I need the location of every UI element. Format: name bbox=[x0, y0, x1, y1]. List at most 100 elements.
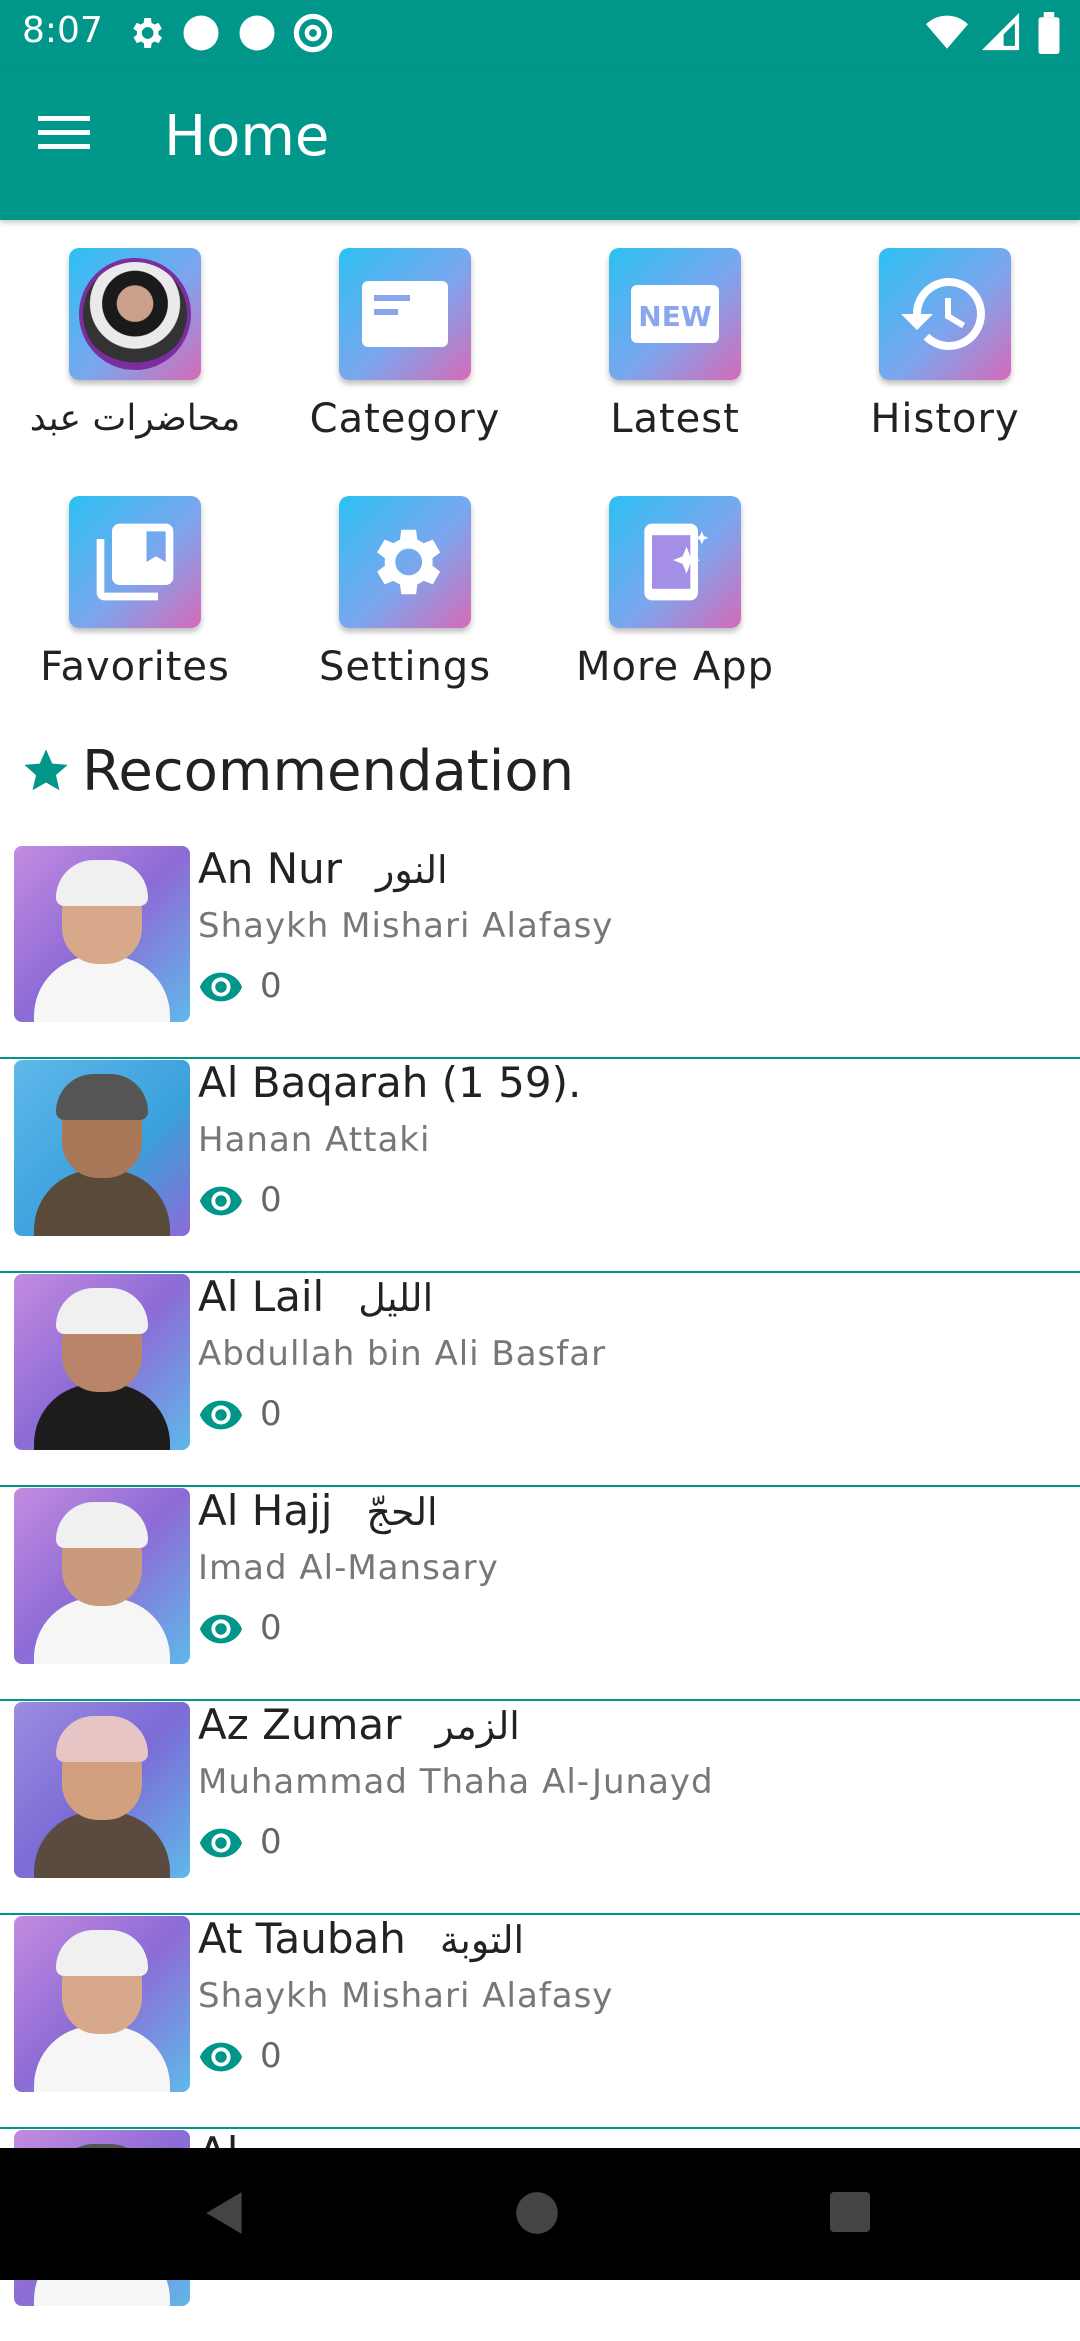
system-nav-bar bbox=[0, 2148, 1080, 2280]
reciter-name: Imad Al-Mansary bbox=[198, 1548, 499, 1588]
grid-item-category[interactable]: Category bbox=[270, 248, 540, 478]
item-title: Al Baqarah (1 59). bbox=[198, 1058, 581, 1107]
views: 0 bbox=[198, 2036, 282, 2076]
list-item[interactable]: Al Baqarah (1 59). Hanan Attaki 0 bbox=[0, 1058, 1080, 1273]
star-icon bbox=[24, 749, 68, 791]
title-arabic: النور bbox=[376, 848, 448, 892]
settings-tile bbox=[339, 496, 471, 628]
status-icons-left bbox=[126, 12, 334, 54]
eye-icon bbox=[199, 1614, 243, 1644]
app-bar: Home bbox=[0, 66, 1080, 220]
nav-home-button[interactable] bbox=[512, 2188, 572, 2248]
reciter-thumbnail bbox=[14, 1488, 190, 1664]
status-time: 8:07 bbox=[22, 10, 103, 51]
eye-icon bbox=[199, 2042, 243, 2072]
reciter-name: Shaykh Mishari Alafasy bbox=[198, 1976, 614, 2016]
recommendation-header: Recommendation bbox=[20, 736, 574, 806]
title-arabic: الحجّ bbox=[366, 1490, 438, 1534]
home-circle-icon bbox=[516, 2192, 558, 2234]
grid-item-latest[interactable]: NEW Latest bbox=[540, 248, 810, 478]
history-tile bbox=[879, 248, 1011, 380]
bookmark-library-icon bbox=[96, 523, 174, 601]
list-item[interactable]: Al Hajj الحجّ Imad Al-Mansary 0 bbox=[0, 1486, 1080, 1701]
reciter-name: Muhammad Thaha Al-Junayd bbox=[198, 1762, 714, 1802]
title-latin: Az Zumar bbox=[198, 1700, 402, 1749]
eye-icon bbox=[199, 972, 243, 1002]
item-title: At Taubah التوبة bbox=[198, 1914, 524, 1963]
views: 0 bbox=[198, 1394, 282, 1434]
views: 0 bbox=[198, 1608, 282, 1648]
views-count: 0 bbox=[260, 966, 282, 1006]
battery-icon bbox=[1038, 12, 1060, 54]
views-count: 0 bbox=[260, 1822, 282, 1862]
reciter-name: Hanan Attaki bbox=[198, 1120, 431, 1160]
item-title: Az Zumar الزمر bbox=[198, 1700, 520, 1749]
status-bar: 8:07 bbox=[0, 0, 1080, 66]
more-app-tile bbox=[609, 496, 741, 628]
grid-label: Category bbox=[309, 396, 501, 442]
title-latin: An Nur bbox=[198, 844, 343, 893]
grid-label: Favorites bbox=[40, 644, 230, 690]
title-latin: At Taubah bbox=[198, 1914, 406, 1963]
views-count: 0 bbox=[260, 1608, 282, 1648]
latest-tile: NEW bbox=[609, 248, 741, 380]
circle-icon bbox=[239, 15, 275, 51]
reciter-thumbnail bbox=[14, 1916, 190, 2092]
list-item[interactable]: Az Zumar الزمر Muhammad Thaha Al-Junayd 0 bbox=[0, 1700, 1080, 1915]
eye-icon bbox=[199, 1186, 243, 1216]
list-item[interactable]: An Nur النور Shaykh Mishari Alafasy 0 bbox=[0, 844, 1080, 1059]
grid-item-history[interactable]: History bbox=[810, 248, 1080, 478]
eye-icon bbox=[199, 1828, 243, 1858]
recents-square-icon bbox=[830, 2192, 870, 2232]
nav-recents-button[interactable] bbox=[826, 2188, 886, 2248]
new-badge-icon: NEW bbox=[631, 285, 719, 343]
history-clock-icon bbox=[901, 278, 985, 350]
views: 0 bbox=[198, 1180, 282, 1220]
list-item[interactable]: At Taubah التوبة Shaykh Mishari Alafasy 0 bbox=[0, 1914, 1080, 2129]
item-title: Al Lail الليل bbox=[198, 1272, 433, 1321]
gear-icon bbox=[377, 529, 441, 595]
circle-icon bbox=[183, 15, 219, 51]
grid-label: محاضرات عبد bbox=[29, 398, 241, 439]
svg-text:NEW: NEW bbox=[638, 300, 712, 333]
title-arabic: التوبة bbox=[439, 1918, 525, 1962]
at-sign-icon bbox=[293, 13, 333, 53]
avatar bbox=[79, 258, 191, 370]
grid-label: Latest bbox=[610, 396, 740, 442]
grid-item-lectures[interactable]: محاضرات عبد bbox=[0, 248, 270, 478]
status-icons-right bbox=[926, 12, 1062, 54]
reciter-thumbnail bbox=[14, 846, 190, 1022]
menu-button[interactable] bbox=[36, 112, 116, 176]
category-tile bbox=[339, 248, 471, 380]
nav-back-button[interactable] bbox=[200, 2188, 260, 2248]
reciter-name: Abdullah bin Ali Basfar bbox=[198, 1334, 607, 1374]
grid-item-more-app[interactable]: More App bbox=[540, 496, 810, 726]
grid-label: Settings bbox=[318, 644, 492, 690]
title-latin: Al Hajj bbox=[198, 1486, 333, 1535]
title-arabic: الليل bbox=[358, 1276, 434, 1320]
page-title: Home bbox=[164, 104, 330, 169]
recommendation-title: Recommendation bbox=[82, 738, 575, 804]
views-count: 0 bbox=[260, 2036, 282, 2076]
reciter-thumbnail bbox=[14, 1060, 190, 1236]
hamburger-menu-icon bbox=[38, 116, 90, 149]
item-title: Al Hajj الحجّ bbox=[198, 1486, 438, 1535]
signal-icon bbox=[982, 13, 1020, 51]
title-latin: Al Lail bbox=[198, 1272, 325, 1321]
wifi-icon bbox=[926, 15, 968, 49]
item-title: An Nur النور bbox=[198, 844, 448, 893]
grid-item-settings[interactable]: Settings bbox=[270, 496, 540, 726]
reciter-thumbnail bbox=[14, 1274, 190, 1450]
grid-label: More App bbox=[575, 644, 775, 690]
views-count: 0 bbox=[260, 1394, 282, 1434]
views-count: 0 bbox=[260, 1180, 282, 1220]
lectures-tile bbox=[69, 248, 201, 380]
grid-label: History bbox=[870, 396, 1020, 442]
grid-item-favorites[interactable]: Favorites bbox=[0, 496, 270, 726]
favorites-tile bbox=[69, 496, 201, 628]
category-card-icon bbox=[362, 281, 448, 347]
title-arabic: الزمر bbox=[435, 1704, 520, 1748]
reciter-thumbnail bbox=[14, 1702, 190, 1878]
gear-icon bbox=[133, 18, 162, 48]
list-item[interactable]: Al Lail الليل Abdullah bin Ali Basfar 0 bbox=[0, 1272, 1080, 1487]
